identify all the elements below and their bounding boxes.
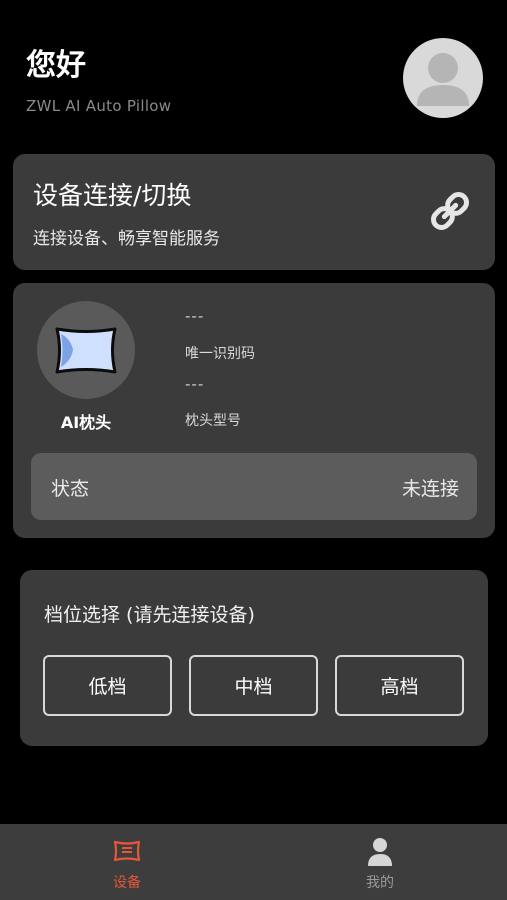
pillow-avatar (37, 301, 135, 399)
status-row: 状态 未连接 (31, 453, 477, 520)
status-value: 未连接 (401, 478, 459, 500)
connect-title: 设备连接/切换 (33, 181, 192, 210)
uid-value: --- (185, 307, 205, 325)
link-icon (431, 192, 469, 230)
tab-device[interactable]: 设备 (67, 824, 187, 900)
level-title: 档位选择 (请先连接设备) (44, 604, 255, 626)
tab-mine-label: 我的 (366, 875, 394, 891)
status-label: 状态 (51, 478, 90, 500)
tab-device-label: 设备 (113, 875, 141, 891)
device-info-card: AI枕头 --- 唯一识别码 --- 枕头型号 状态 未连接 (13, 283, 495, 538)
level-low-button[interactable]: 低档 (43, 655, 172, 716)
pillow-icon (113, 840, 141, 862)
model-label: 枕头型号 (185, 413, 241, 429)
model-value: --- (185, 375, 205, 393)
pillow-icon (55, 327, 117, 374)
app-subtitle: ZWL AI Auto Pillow (26, 97, 172, 115)
avatar[interactable] (403, 38, 483, 118)
level-select-card: 档位选择 (请先连接设备) 低档 中档 高档 (20, 570, 488, 746)
tab-bar: 设备 我的 (0, 824, 507, 900)
connect-description: 连接设备、畅享智能服务 (33, 229, 220, 249)
level-medium-button[interactable]: 中档 (189, 655, 318, 716)
device-name: AI枕头 (60, 413, 112, 432)
person-icon (368, 838, 392, 866)
page-greeting: 您好 (26, 48, 86, 83)
level-high-button[interactable]: 高档 (335, 655, 464, 716)
avatar-person-icon (417, 53, 469, 106)
device-connect-card[interactable]: 设备连接/切换 连接设备、畅享智能服务 (13, 154, 495, 270)
uid-label: 唯一识别码 (185, 346, 255, 362)
tab-mine[interactable]: 我的 (320, 824, 440, 900)
